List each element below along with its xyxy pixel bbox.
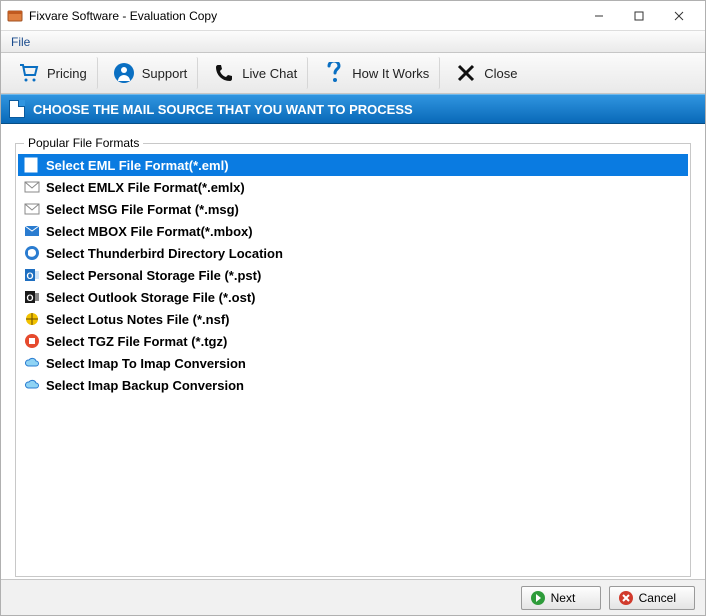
menu-file[interactable]: File [1,31,40,52]
format-item[interactable]: O Select Outlook Storage File (*.ost) [18,286,688,308]
menu-bar: File [1,31,705,53]
close-x-icon [454,61,478,85]
maximize-button[interactable] [619,2,659,30]
format-item-label: Select Outlook Storage File (*.ost) [46,290,255,305]
format-item-label: Select EMLX File Format(*.emlx) [46,180,245,195]
main-panel: Popular File Formats Select EML File For… [1,124,705,579]
formats-legend: Popular File Formats [24,136,143,150]
question-icon [322,61,346,85]
format-item-label: Select Thunderbird Directory Location [46,246,283,261]
title-bar: Fixvare Software - Evaluation Copy [1,1,705,31]
support-icon [112,61,136,85]
lotus-icon [24,311,40,327]
mbox-icon [24,223,40,239]
toolbar-label: Close [484,66,517,81]
format-item-label: Select Lotus Notes File (*.nsf) [46,312,229,327]
format-item[interactable]: Select TGZ File Format (*.tgz) [18,330,688,352]
footer: Next Cancel [1,579,705,615]
toolbar-live-chat[interactable]: Live Chat [202,57,308,89]
format-item[interactable]: Select MBOX File Format(*.mbox) [18,220,688,242]
next-button[interactable]: Next [521,586,601,610]
formats-group: Popular File Formats Select EML File For… [15,136,691,577]
format-item-label: Select MSG File Format (*.msg) [46,202,239,217]
format-item[interactable]: Select Imap Backup Conversion [18,374,688,396]
close-window-button[interactable] [659,2,699,30]
format-item-label: Select Imap To Imap Conversion [46,356,246,371]
section-header-title: CHOOSE THE MAIL SOURCE THAT YOU WANT TO … [33,102,413,117]
cancel-icon [618,590,634,606]
format-item-label: Select TGZ File Format (*.tgz) [46,334,227,349]
section-header: CHOOSE THE MAIL SOURCE THAT YOU WANT TO … [1,94,705,124]
window-title: Fixvare Software - Evaluation Copy [29,9,579,23]
format-item-label: Select Imap Backup Conversion [46,378,244,393]
toolbar-close[interactable]: Close [444,57,527,89]
cloud-icon [24,355,40,371]
envelope-icon [24,201,40,217]
outlook-icon: O [24,267,40,283]
eml-icon [24,157,40,173]
format-item[interactable]: Select EMLX File Format(*.emlx) [18,176,688,198]
format-list: Select EML File Format(*.eml) Select EMLX… [18,154,688,396]
minimize-button[interactable] [579,2,619,30]
format-item[interactable]: O Select Personal Storage File (*.pst) [18,264,688,286]
format-item[interactable]: Select Imap To Imap Conversion [18,352,688,374]
format-item[interactable]: Select MSG File Format (*.msg) [18,198,688,220]
envelope-icon [24,179,40,195]
toolbar-support[interactable]: Support [102,57,199,89]
phone-icon [212,61,236,85]
thunderbird-icon [24,245,40,261]
toolbar-label: Live Chat [242,66,297,81]
toolbar-label: How It Works [352,66,429,81]
next-button-label: Next [551,591,576,605]
cancel-button[interactable]: Cancel [609,586,695,610]
toolbar-how-it-works[interactable]: How It Works [312,57,440,89]
cart-icon [17,61,41,85]
toolbar-pricing[interactable]: Pricing [7,57,98,89]
outlook-dark-icon: O [24,289,40,305]
toolbar-label: Support [142,66,188,81]
format-item-label: Select MBOX File Format(*.mbox) [46,224,253,239]
toolbar: Pricing Support Live Chat How It Works C… [1,53,705,94]
window-controls [579,2,699,30]
format-item[interactable]: Select EML File Format(*.eml) [18,154,688,176]
cloud-icon [24,377,40,393]
tgz-icon [24,333,40,349]
document-icon [9,100,25,118]
svg-text:O: O [26,293,33,303]
format-item[interactable]: Select Thunderbird Directory Location [18,242,688,264]
svg-text:O: O [26,271,33,281]
cancel-button-label: Cancel [639,591,676,605]
format-item-label: Select EML File Format(*.eml) [46,158,229,173]
format-item[interactable]: Select Lotus Notes File (*.nsf) [18,308,688,330]
app-icon [7,8,23,24]
format-item-label: Select Personal Storage File (*.pst) [46,268,261,283]
next-arrow-icon [530,590,546,606]
toolbar-label: Pricing [47,66,87,81]
